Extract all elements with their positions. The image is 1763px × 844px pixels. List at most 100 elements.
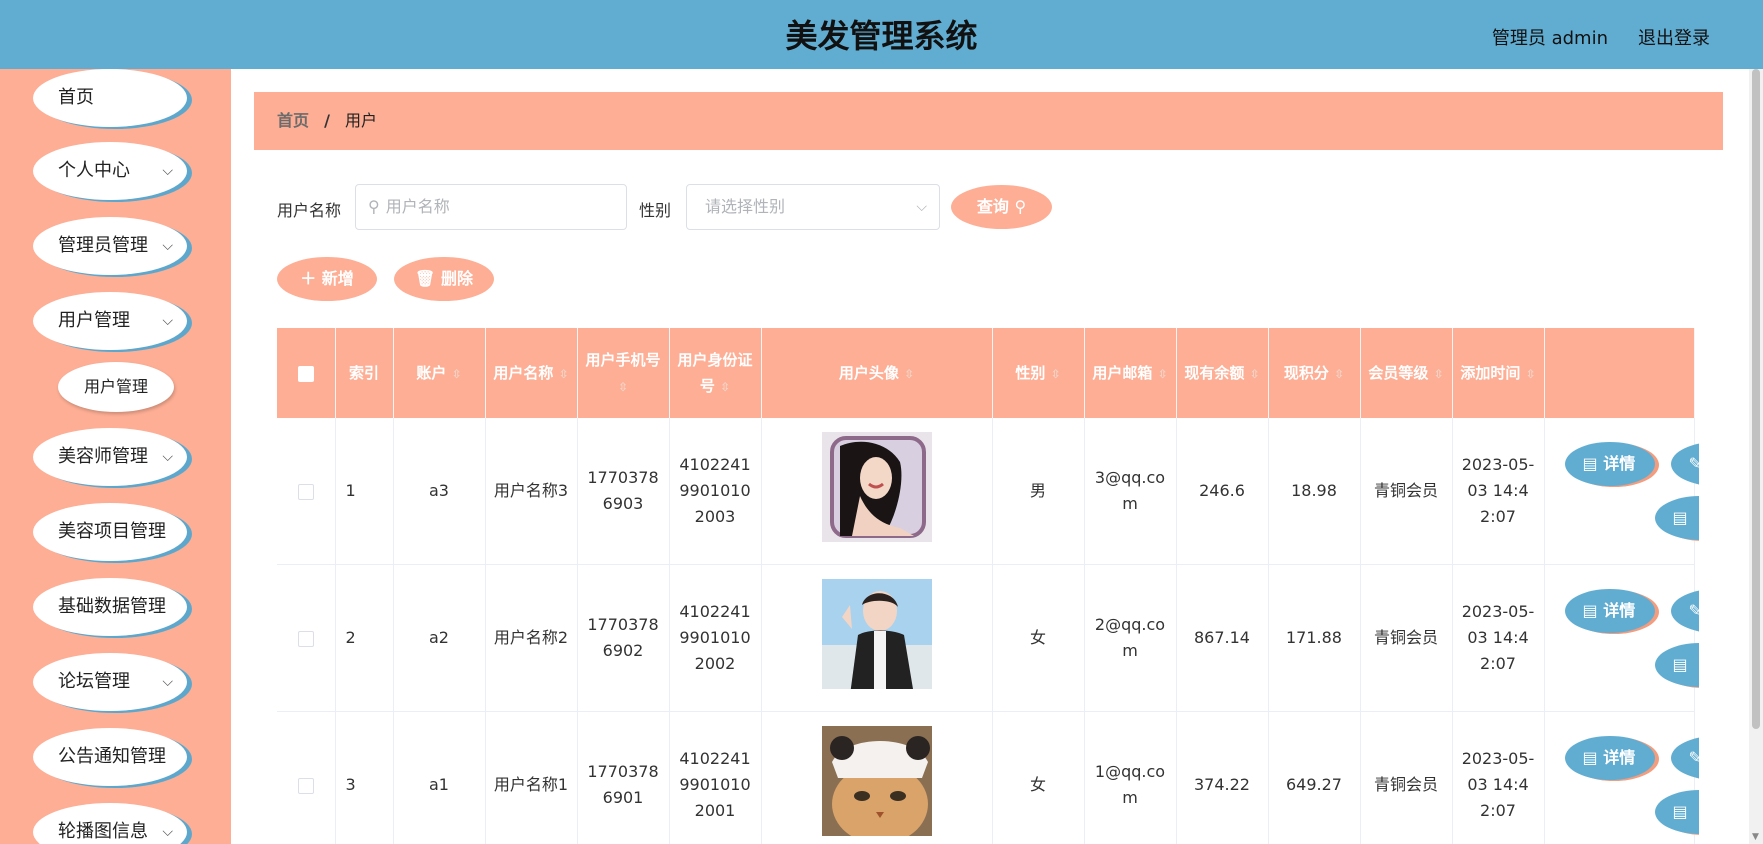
table-row: 1 a3 用户名称3 17703786903 41022419901010200… [277,418,1699,565]
sort-icon[interactable]: ⇳ [559,367,569,381]
sidebar-item-carousel-info[interactable]: 轮播图信息 ⌵ [33,803,187,844]
col-header-account[interactable]: 账户 ⇳ [393,328,486,418]
sidebar-item-notice-management[interactable]: 公告通知管理 [33,728,187,786]
table-header-row: 索引 账户 ⇳ 用户名称 ⇳ 用户手机号 ⇳ 用户身份证号 ⇳ 用户头像 ⇳ 性… [277,328,1695,418]
detail-button[interactable]: ▤ 详情 [1564,442,1655,486]
col-header-label: 添加时间 [1460,363,1521,382]
detail-button[interactable]: ▤ 详情 [1564,589,1655,633]
col-header-gender[interactable]: 性别 ⇳ [992,328,1085,418]
edit-button[interactable]: ✎ [1670,589,1699,633]
detail-button[interactable]: ▤ 详情 [1564,736,1655,780]
col-header-name[interactable]: 用户名称 ⇳ [485,328,578,418]
edit-button[interactable]: ✎ [1670,442,1699,486]
table-row: 2 a2 用户名称2 17703786902 41022419901010200… [277,564,1699,712]
col-header-email[interactable]: 用户邮箱 ⇳ [1084,328,1177,418]
sidebar-item-label: 基础数据管理 [58,596,166,617]
sort-icon[interactable]: ⇳ [618,380,628,394]
breadcrumb-home[interactable]: 首页 [277,111,309,130]
chevron-down-icon: ⌵ [162,238,173,254]
delete-row-button[interactable]: ▤ [1654,790,1699,834]
cell-name: 用户名称3 [485,418,578,565]
sort-icon[interactable]: ⇳ [1526,367,1536,381]
sort-icon[interactable]: ⇳ [1334,367,1344,381]
sidebar-item-user-management[interactable]: 用户管理 ⌵ [33,292,187,350]
cell-gender: 女 [992,711,1085,844]
sidebar-item-forum-management[interactable]: 论坛管理 ⌵ [33,653,187,711]
col-header-label: 索引 [348,364,379,382]
col-header-balance[interactable]: 现有余额 ⇳ [1176,328,1269,418]
cell-balance: 246.6 [1176,418,1269,565]
avatar[interactable] [821,579,932,689]
document-icon: ▤ [1582,454,1598,473]
cell-account: a1 [393,711,486,844]
edit-button[interactable]: ✎ [1670,736,1699,780]
delete-row-button[interactable]: ▤ [1654,643,1699,687]
logout-link[interactable]: 退出登录 [1638,24,1710,50]
sort-icon[interactable]: ⇳ [1250,367,1260,381]
col-header-avatar[interactable]: 用户头像 ⇳ [761,328,993,418]
page-scrollbar[interactable]: ▼ [1749,69,1763,844]
col-header-time[interactable]: 添加时间 ⇳ [1452,328,1545,418]
sidebar-item-label: 美容师管理 [58,446,148,467]
col-header-label: 用户头像 [838,363,899,382]
row-checkbox[interactable] [297,483,314,500]
sort-icon[interactable]: ⇳ [720,380,730,394]
row-checkbox[interactable] [297,630,314,647]
row-select-cell [277,418,336,565]
avatar[interactable] [821,726,932,836]
breadcrumb-separator: / [324,111,330,130]
avatar[interactable] [821,432,932,542]
col-header-label: 性别 [1015,363,1046,382]
sidebar-item-beauty-project-management[interactable]: 美容项目管理 [33,503,187,561]
sidebar-subitem-user-management[interactable]: 用户管理 [58,362,174,412]
cell-id-card: 410224199010102001 [669,711,762,844]
col-header-label: 现积分 [1283,363,1329,382]
sidebar-item-base-data-management[interactable]: 基础数据管理 [33,578,187,636]
detail-button-label: 详情 [1603,748,1636,767]
col-header-index[interactable]: 索引 [335,328,394,418]
sidebar-item-personal-center[interactable]: 个人中心 ⌵ [33,142,187,200]
cell-gender: 男 [992,418,1085,565]
sort-icon[interactable]: ⇳ [1434,367,1444,381]
gender-label: 性别 [639,201,672,220]
sidebar-item-home[interactable]: 首页 [33,69,187,127]
user-name-search-input[interactable]: ⚲ 用户名称 [355,184,627,230]
cell-phone: 17703786902 [577,564,670,712]
col-header-phone[interactable]: 用户手机号 ⇳ [577,328,670,418]
sort-icon[interactable]: ⇳ [1158,367,1168,381]
delete-row-button[interactable]: ▤ [1654,496,1699,540]
cell-level: 青铜会员 [1360,418,1453,565]
cell-account: a3 [393,418,486,565]
add-button[interactable]: ＋ 新增 [277,257,377,301]
scrollbar-thumb[interactable] [1752,69,1760,729]
cell-name: 用户名称1 [485,711,578,844]
chevron-down-icon: ⌵ [916,199,927,215]
sidebar-item-label: 管理员管理 [58,235,148,256]
col-header-label: 账户 [416,363,447,382]
row-checkbox[interactable] [297,777,314,794]
user-name-label: 用户名称 [277,201,342,220]
trash-icon: 🗑 [415,269,436,288]
delete-button-label: 删除 [440,269,473,288]
cell-points: 18.98 [1268,418,1361,565]
document-icon: ▤ [1672,508,1688,527]
sidebar-item-label: 用户管理 [58,310,130,331]
col-header-level[interactable]: 会员等级 ⇳ [1360,328,1453,418]
query-button[interactable]: 查询 ⚲ [951,185,1052,229]
cell-avatar [761,418,993,565]
sidebar-item-beautician-management[interactable]: 美容师管理 ⌵ [33,428,187,486]
sidebar-item-admin-management[interactable]: 管理员管理 ⌵ [33,217,187,275]
cell-avatar [761,564,993,712]
col-header-points[interactable]: 现积分 ⇳ [1268,328,1361,418]
col-header-id-card[interactable]: 用户身份证号 ⇳ [669,328,762,418]
sort-icon[interactable]: ⇳ [452,367,462,381]
scroll-down-arrow-icon[interactable]: ▼ [1752,832,1759,842]
sort-icon[interactable]: ⇳ [1051,367,1061,381]
cell-balance: 867.14 [1176,564,1269,712]
cell-index: 1 [335,418,394,565]
select-all-checkbox[interactable] [297,365,314,382]
sort-icon[interactable]: ⇳ [904,367,914,381]
cell-time: 2023-05-03 14:42:07 [1452,564,1545,712]
delete-button[interactable]: 🗑 删除 [394,257,494,301]
gender-select[interactable]: 请选择性别 ⌵ [686,184,940,230]
